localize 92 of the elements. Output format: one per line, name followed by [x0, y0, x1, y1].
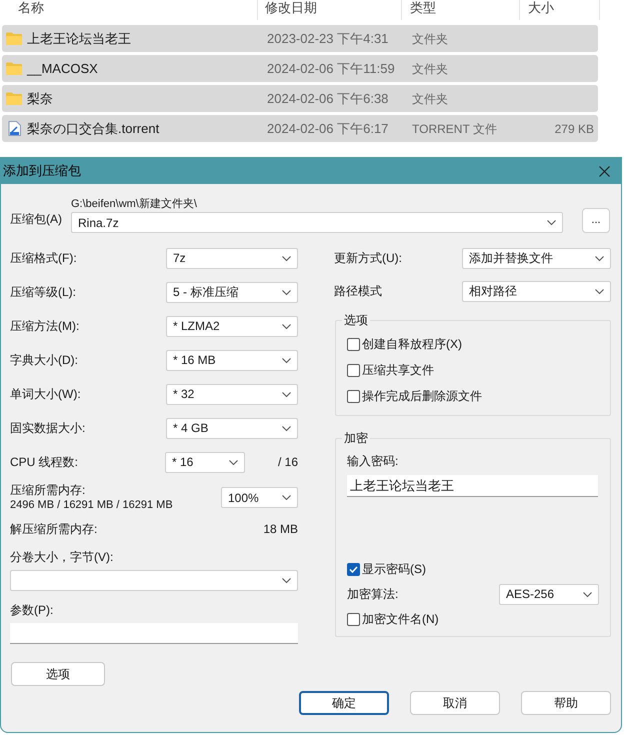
options-button[interactable]: 选项 [11, 662, 105, 686]
field-label: CPU 线程数: [10, 454, 80, 471]
field-label: 分卷大小，字节(V): [10, 549, 114, 566]
dropdown[interactable]: * 16 [165, 452, 245, 472]
dropdown[interactable]: 5 - 标准压缩 [166, 282, 298, 302]
dialog-button[interactable]: 帮助 [521, 691, 611, 715]
chevron-down-icon [282, 578, 291, 583]
chevron-down-icon [595, 288, 604, 294]
archive-path: G:\beifen\wm\新建文件夹\ [71, 198, 198, 211]
dialog-button[interactable]: 确定 [299, 691, 390, 715]
field-label: 加密算法: [347, 586, 398, 603]
field-label: 更新方式(U): [334, 250, 402, 267]
folder-icon [6, 32, 22, 45]
column-header[interactable]: 类型 [410, 0, 436, 15]
modified-date: 2024-02-06 下午11:59 [267, 60, 395, 76]
document-icon [8, 121, 20, 136]
checkbox[interactable] [347, 364, 360, 376]
dropdown[interactable]: * 16 MB [166, 350, 298, 370]
file-name: 上老王论坛当老王 [27, 30, 131, 48]
chevron-down-icon [583, 592, 592, 596]
modified-date: 2024-02-06 下午6:17 [267, 120, 388, 136]
field-label: 字典大小(D): [10, 352, 78, 369]
file-size: 279 KB [554, 120, 594, 138]
dropdown[interactable]: 100% [221, 487, 298, 508]
memory-reading: 2496 MB / 16291 MB / 16291 MB [10, 498, 173, 512]
modified-date: 2024-02-06 下午6:38 [267, 90, 388, 106]
file-type: TORRENT 文件 [412, 122, 497, 136]
checkbox[interactable] [347, 338, 360, 350]
checkbox[interactable] [347, 390, 360, 402]
field-label: 压缩格式(F): [10, 250, 77, 267]
field-label: 压缩方法(M): [10, 318, 80, 335]
modified-date: 2023-02-23 下午4:31 [267, 30, 388, 46]
dropdown[interactable]: * 4 GB [166, 418, 298, 438]
thread-max: / 16 [278, 454, 298, 471]
file-type: 文件夹 [412, 92, 448, 106]
field-label: 输入密码: [347, 453, 398, 469]
group-title: 选项 [342, 312, 370, 328]
chevron-down-icon [282, 290, 291, 294]
archive-name-combo[interactable]: Rina.7z [71, 212, 563, 233]
chevron-down-icon [282, 426, 291, 430]
column-header[interactable]: 修改日期 [265, 0, 317, 15]
field-label: 固实数据大小: [10, 420, 86, 437]
browse-button[interactable]: ... [582, 208, 610, 233]
folder-icon [6, 62, 22, 75]
memory-reading: 18 MB [263, 520, 298, 538]
file-name: 梨奈の口交合集.torrent [27, 120, 160, 138]
checkbox-label: 创建自释放程序(X) [362, 336, 462, 353]
chevron-down-icon [282, 495, 291, 500]
dropdown[interactable]: 7z [166, 248, 298, 268]
file-type: 文件夹 [412, 62, 448, 76]
checkbox-label: 操作完成后删除源文件 [362, 388, 482, 405]
file-name: 梨奈 [27, 90, 53, 108]
dialog-button[interactable]: 取消 [410, 691, 500, 715]
dropdown[interactable]: 添加并替换文件 [462, 248, 611, 268]
field-label: 参数(P): [10, 602, 54, 619]
folder-icon [6, 92, 22, 105]
checkbox-label: 显示密码(S) [362, 561, 426, 578]
field-label: 压缩包(A) [10, 212, 62, 226]
group-title: 加密 [342, 430, 370, 446]
field-label: 解压缩所需内存: [10, 520, 98, 538]
column-header[interactable]: 大小 [528, 0, 554, 15]
chevron-down-icon [282, 256, 291, 260]
dropdown[interactable]: * LZMA2 [166, 316, 298, 336]
checkmark-icon [349, 566, 358, 572]
file-name: __MACOSX [27, 60, 98, 78]
file-row[interactable]: 梨奈 2024-02-06 下午6:38 文件夹 [2, 85, 598, 112]
window-title: 添加到压缩包 [3, 162, 81, 180]
dropdown[interactable]: 相对路径 [462, 280, 611, 302]
dropdown[interactable]: * 32 [166, 384, 298, 404]
chevron-down-icon [282, 358, 291, 362]
dropdown[interactable]: AES-256 [499, 584, 599, 604]
file-row[interactable]: __MACOSX 2024-02-06 下午11:59 文件夹 [2, 55, 598, 82]
field-label: 压缩所需内存: [10, 482, 86, 498]
chevron-down-icon [282, 324, 291, 328]
checkbox[interactable] [347, 562, 360, 576]
parameters-field[interactable] [10, 623, 298, 644]
file-row[interactable]: 梨奈の口交合集.torrent 2024-02-06 下午6:17 TORRENT 文件 279 KB [2, 115, 598, 142]
column-header[interactable]: 名称 [18, 0, 44, 15]
checkbox-label: 加密文件名(N) [362, 611, 439, 628]
checkbox[interactable] [347, 612, 360, 626]
checkbox-label: 压缩共享文件 [362, 362, 434, 379]
field-label: 压缩等级(L): [10, 284, 76, 301]
password-field[interactable]: 上老王论坛当老王 [347, 475, 598, 497]
chevron-down-icon [595, 256, 604, 260]
field-label: 单词大小(W): [10, 386, 81, 403]
chevron-down-icon [282, 392, 291, 396]
chevron-down-icon [547, 220, 556, 225]
field-label: 路径模式 [334, 283, 382, 300]
file-type: 文件夹 [412, 32, 448, 46]
chevron-down-icon [229, 460, 238, 464]
close-icon[interactable] [599, 166, 610, 176]
file-row[interactable]: 上老王论坛当老王 2023-02-23 下午4:31 文件夹 [2, 25, 598, 52]
